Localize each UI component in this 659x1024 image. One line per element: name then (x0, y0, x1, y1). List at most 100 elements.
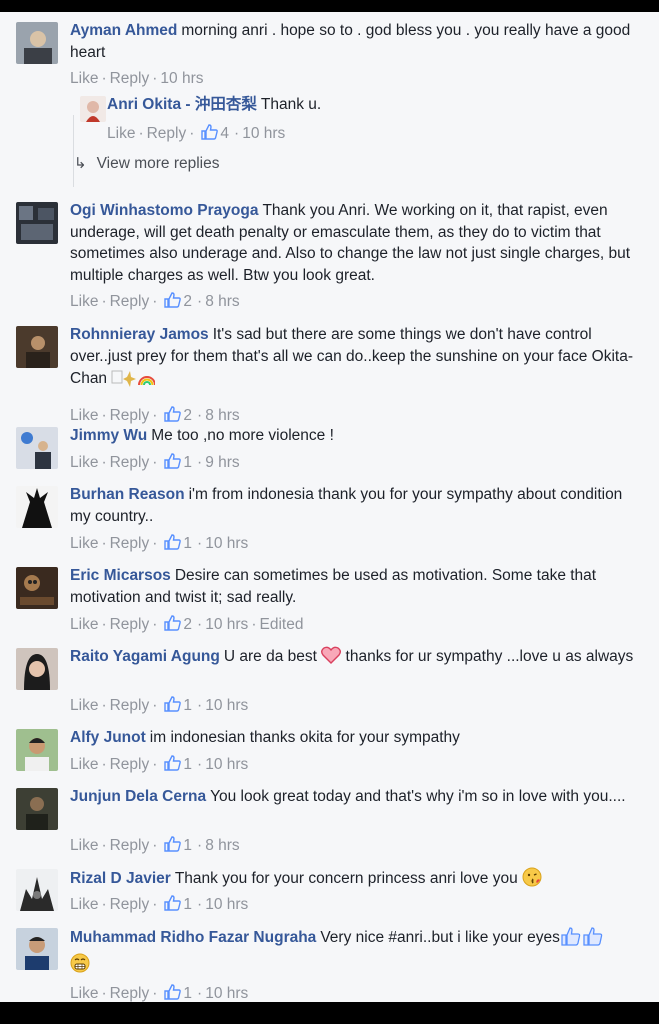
like-icon (164, 615, 182, 631)
comment-author[interactable]: Ogi Winhastomo Prayoga (70, 202, 258, 219)
timestamp: 10 hrs (205, 985, 249, 1002)
like-count: 1 (183, 535, 193, 552)
reply-arrow-icon: ↳ (74, 155, 87, 172)
like-count: 2 (183, 407, 193, 424)
comment-author[interactable]: Anri Okita - 沖田杏梨 (107, 96, 257, 113)
comment: Junjun Dela Cerna You look great today an… (16, 786, 646, 858)
comment-author[interactable]: Jimmy Wu (70, 427, 147, 444)
timestamp: 8 hrs (205, 837, 240, 854)
reply-button[interactable]: Reply (147, 125, 187, 142)
like-icon (164, 755, 182, 771)
timestamp: 8 hrs (205, 293, 240, 310)
comments-panel[interactable]: Ayman Ahmed morning anri . hope so to . g… (0, 12, 659, 1002)
comment-text: Anri Okita - 沖田杏梨 Thank u. (107, 94, 640, 116)
kissing-face-emoji-icon (522, 867, 542, 894)
reply-button[interactable]: Reply (110, 616, 150, 633)
avatar[interactable] (16, 202, 58, 244)
timestamp: 10 hrs (205, 896, 249, 913)
comment-author[interactable]: Raito Yagami Agung (70, 648, 220, 665)
like-icon (164, 984, 182, 1000)
avatar[interactable] (16, 567, 58, 609)
like-button[interactable]: Like (70, 407, 98, 424)
avatar[interactable] (16, 928, 58, 970)
avatar[interactable] (16, 729, 58, 771)
like-button[interactable]: Like (70, 454, 98, 471)
timestamp: 10 hrs (242, 125, 286, 142)
comment-actions: Like · Reply · 2 · 8 hrs (70, 292, 240, 310)
timestamp: 10 hrs (205, 535, 249, 552)
like-icon (201, 124, 219, 140)
reply-button[interactable]: Reply (110, 985, 150, 1002)
like-count: 1 (183, 697, 193, 714)
comment-actions: Like · Reply · 1 · 10 hrs (70, 534, 249, 552)
comment-text: Junjun Dela Cerna You look great today an… (70, 786, 646, 808)
like-button[interactable]: Like (70, 70, 98, 87)
view-more-replies-link[interactable]: ↳ View more replies (74, 154, 219, 173)
comment: Alfy Junot im indonesian thanks okita for… (16, 727, 646, 777)
grinning-face-emoji-icon (70, 953, 90, 980)
avatar[interactable] (16, 326, 58, 368)
comment-text: Jimmy Wu Me too ,no more violence ! (70, 425, 646, 447)
like-button[interactable]: Like (70, 756, 98, 773)
comment-author[interactable]: Muhammad Ridho Fazar Nugraha (70, 929, 316, 946)
comment-author[interactable]: Rizal D Javier (70, 870, 171, 887)
reply-button[interactable]: Reply (110, 454, 150, 471)
avatar[interactable] (80, 96, 106, 122)
reply-button[interactable]: Reply (110, 697, 150, 714)
comment: Rohnnieray Jamos It's sad but there are s… (16, 324, 646, 424)
like-icon (164, 453, 182, 469)
comment-author[interactable]: Ayman Ahmed (70, 22, 177, 39)
timestamp: 10 hrs (205, 697, 249, 714)
like-count: 1 (183, 756, 193, 773)
timestamp: 9 hrs (205, 454, 240, 471)
comment-author[interactable]: Junjun Dela Cerna (70, 788, 206, 805)
comment-message-cont: thanks for ur sympathy ...love u as alwa… (345, 648, 634, 665)
reply-button[interactable]: Reply (110, 756, 150, 773)
reply-button[interactable]: Reply (110, 535, 150, 552)
like-button[interactable]: Like (70, 697, 98, 714)
comment: Eric Micarsos Desire can sometimes be use… (16, 565, 646, 637)
comment-author[interactable]: Rohnnieray Jamos (70, 326, 209, 343)
comment-author[interactable]: Burhan Reason (70, 486, 185, 503)
comment-actions: Like · Reply · 1 · 10 hrs (70, 895, 249, 913)
like-icon (164, 406, 182, 422)
like-button[interactable]: Like (70, 293, 98, 310)
avatar[interactable] (16, 486, 58, 528)
like-count: 1 (183, 985, 193, 1002)
status-bar (0, 0, 659, 12)
comment-author[interactable]: Eric Micarsos (70, 567, 171, 584)
edited-label[interactable]: Edited (259, 616, 303, 633)
avatar[interactable] (16, 648, 58, 690)
like-count: 1 (183, 896, 193, 913)
like-button[interactable]: Like (70, 837, 98, 854)
comment-text: Muhammad Ridho Fazar Nugraha Very nice #a… (70, 926, 646, 979)
comment-actions: Like · Reply · 2 · 8 hrs (70, 406, 240, 424)
like-button[interactable]: Like (70, 616, 98, 633)
timestamp: 10 hrs (205, 756, 249, 773)
reply-button[interactable]: Reply (110, 896, 150, 913)
avatar[interactable] (16, 788, 58, 830)
heart-emoji-icon (321, 646, 342, 671)
like-icon (164, 836, 182, 852)
comment: Muhammad Ridho Fazar Nugraha Very nice #a… (16, 926, 646, 1002)
reply-thread-line (73, 115, 74, 187)
like-icon (164, 696, 182, 712)
like-button[interactable]: Like (70, 535, 98, 552)
like-button[interactable]: Like (70, 985, 98, 1002)
reply-button[interactable]: Reply (110, 293, 150, 310)
avatar[interactable] (16, 22, 58, 64)
reply-button[interactable]: Reply (110, 407, 150, 424)
avatar[interactable] (16, 869, 58, 911)
comment-author[interactable]: Alfy Junot (70, 729, 146, 746)
like-count: 2 (183, 616, 193, 633)
avatar[interactable] (16, 427, 58, 469)
like-button[interactable]: Like (107, 125, 135, 142)
like-count: 1 (183, 454, 193, 471)
like-button[interactable]: Like (70, 896, 98, 913)
timestamp: 8 hrs (205, 407, 240, 424)
reply-button[interactable]: Reply (110, 837, 150, 854)
reply-button[interactable]: Reply (110, 70, 150, 87)
comment-message: U are da best (223, 648, 317, 665)
comment: Ogi Winhastomo Prayoga Thank you Anri. We… (16, 200, 646, 310)
comment-text: Raito Yagami Agung U are da best thanks f… (70, 646, 646, 671)
